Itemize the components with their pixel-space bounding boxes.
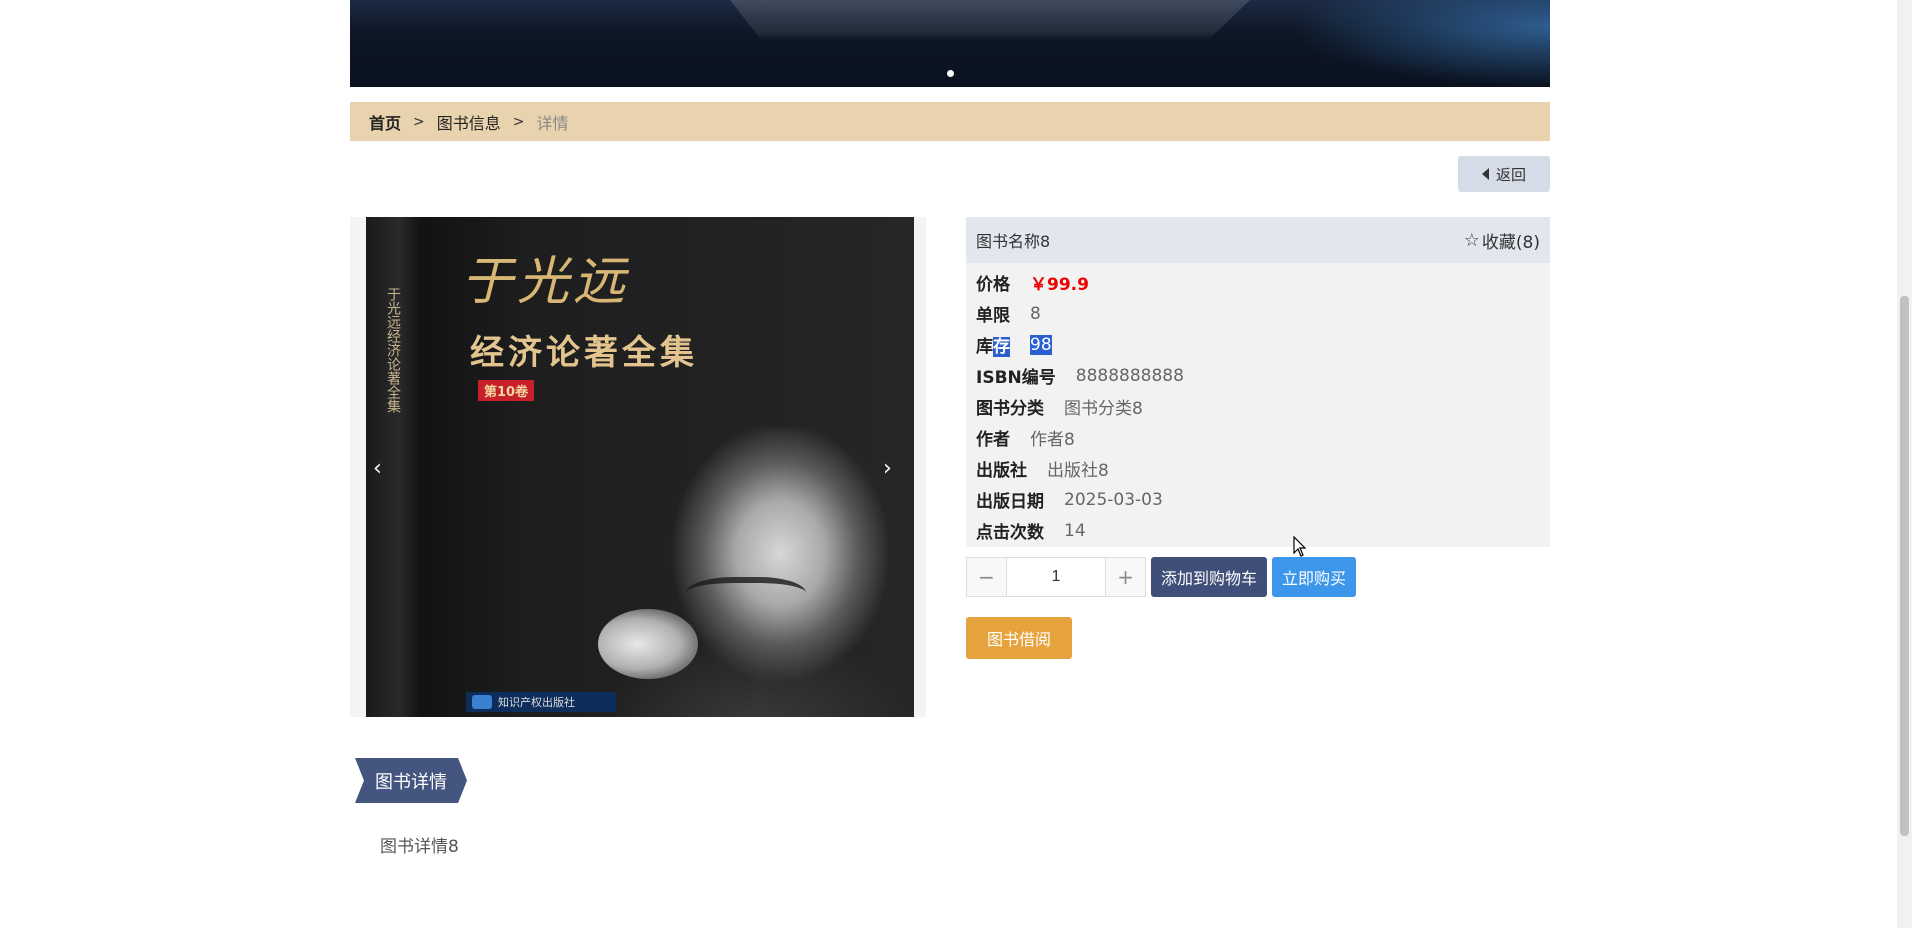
book-image-carousel[interactable]: 于光远经济论著全集 于光远 经济论著全集 第10卷 知识产权出版社	[350, 217, 926, 717]
price-label: 价格	[976, 275, 1010, 295]
buy-now-button[interactable]: 立即购买	[1272, 557, 1356, 597]
publisher-logo-icon	[472, 695, 492, 709]
breadcrumb-current: 详情	[536, 113, 569, 133]
carousel-indicator-dot[interactable]	[947, 70, 954, 77]
limit-value: 8	[1030, 303, 1041, 324]
page: 首页 > 图书信息 > 详情 返回 于光远经济论著全集 于光远 经济论著全集 第…	[0, 0, 1912, 928]
breadcrumb-home[interactable]: 首页	[369, 110, 401, 134]
stock-label: 库存	[976, 332, 1010, 357]
quantity-input[interactable]	[1007, 558, 1105, 596]
chevron-right-icon[interactable]: ›	[883, 456, 892, 481]
row-price: 价格 ￥99.9	[976, 267, 1540, 298]
minus-button[interactable]: −	[967, 558, 1007, 596]
book-cover-image: 于光远经济论著全集 于光远 经济论著全集 第10卷 知识产权出版社	[366, 217, 914, 717]
author-label: 作者	[976, 430, 1010, 450]
banner-image	[730, 0, 1250, 40]
row-category: 图书分类 图书分类8	[976, 391, 1540, 422]
borrow-button[interactable]: 图书借阅	[966, 617, 1072, 659]
row-isbn: ISBN编号 8888888888	[976, 360, 1540, 391]
cover-spine-text: 于光远经济论著全集	[385, 287, 401, 413]
caret-left-icon	[1481, 168, 1489, 180]
cover-portrait-hand	[598, 609, 698, 679]
stock-label-part: 库	[976, 337, 993, 357]
breadcrumb-separator: >	[413, 113, 425, 130]
clicks-label: 点击次数	[976, 523, 1044, 543]
row-stock: 库存 98	[976, 329, 1540, 360]
book-name: 图书名称8	[976, 232, 1051, 251]
breadcrumb-book-info[interactable]: 图书信息	[437, 110, 501, 134]
breadcrumb: 首页 > 图书信息 > 详情	[350, 102, 1550, 141]
breadcrumb-separator: >	[512, 113, 525, 130]
chevron-left-icon[interactable]: ‹	[373, 456, 382, 481]
row-author: 作者 作者8	[976, 422, 1540, 453]
publisher-label: 出版社	[976, 461, 1027, 481]
publish-date-label: 出版日期	[976, 492, 1044, 512]
quantity-stepper: − +	[966, 557, 1146, 597]
banner-glow	[1290, 0, 1550, 87]
page-scrollbar[interactable]	[1897, 0, 1912, 928]
mouse-cursor-icon	[1293, 536, 1307, 557]
back-button-label: 返回	[1495, 165, 1526, 184]
category-label: 图书分类	[976, 399, 1044, 419]
isbn-label: ISBN编号	[976, 368, 1056, 388]
row-clicks: 点击次数 14	[976, 515, 1540, 546]
add-to-cart-button[interactable]: 添加到购物车	[1151, 557, 1267, 597]
book-attributes: 价格 ￥99.9 单限 8 库存 98 ISBN编号 8888888888 图书…	[966, 263, 1550, 546]
favorite-label: 收藏(8)	[1481, 232, 1540, 253]
clicks-value: 14	[1064, 520, 1086, 541]
publisher-value: 出版社8	[1047, 461, 1109, 481]
isbn-value: 8888888888	[1075, 365, 1184, 386]
cover-title: 经济论著全集	[470, 333, 698, 373]
plus-button[interactable]: +	[1105, 558, 1145, 596]
price-value: ￥99.9	[1030, 275, 1089, 295]
stock-label-selected: 存	[993, 337, 1010, 357]
banner-carousel[interactable]	[350, 0, 1550, 87]
row-publish-date: 出版日期 2025-03-03	[976, 484, 1540, 515]
cover-publisher: 知识产权出版社	[466, 692, 616, 712]
book-details-content: 图书详情8	[380, 837, 459, 857]
book-info-header: 图书名称8 ☆ 收藏(8)	[966, 217, 1550, 263]
tab-book-details[interactable]: 图书详情	[355, 758, 467, 803]
cover-portrait-glasses	[686, 577, 806, 617]
cover-author-calligraphy: 于光远	[461, 252, 630, 312]
cover-volume-badge: 第10卷	[478, 380, 535, 401]
scrollbar-thumb[interactable]	[1900, 296, 1909, 836]
limit-label: 单限	[976, 306, 1010, 326]
publish-date-value: 2025-03-03	[1064, 489, 1163, 510]
favorite-button[interactable]: ☆ 收藏(8)	[1464, 228, 1540, 253]
author-value: 作者8	[1030, 430, 1075, 450]
back-button[interactable]: 返回	[1458, 156, 1550, 192]
star-outline-icon: ☆	[1463, 229, 1480, 251]
row-limit: 单限 8	[976, 298, 1540, 329]
cover-publisher-name: 知识产权出版社	[498, 696, 575, 709]
category-value: 图书分类8	[1064, 399, 1143, 419]
book-info-panel: 图书名称8 ☆ 收藏(8) 价格 ￥99.9 单限 8 库存 98 ISBN编号…	[966, 217, 1550, 547]
stock-value: 98	[1030, 334, 1052, 355]
row-publisher: 出版社 出版社8	[976, 453, 1540, 484]
